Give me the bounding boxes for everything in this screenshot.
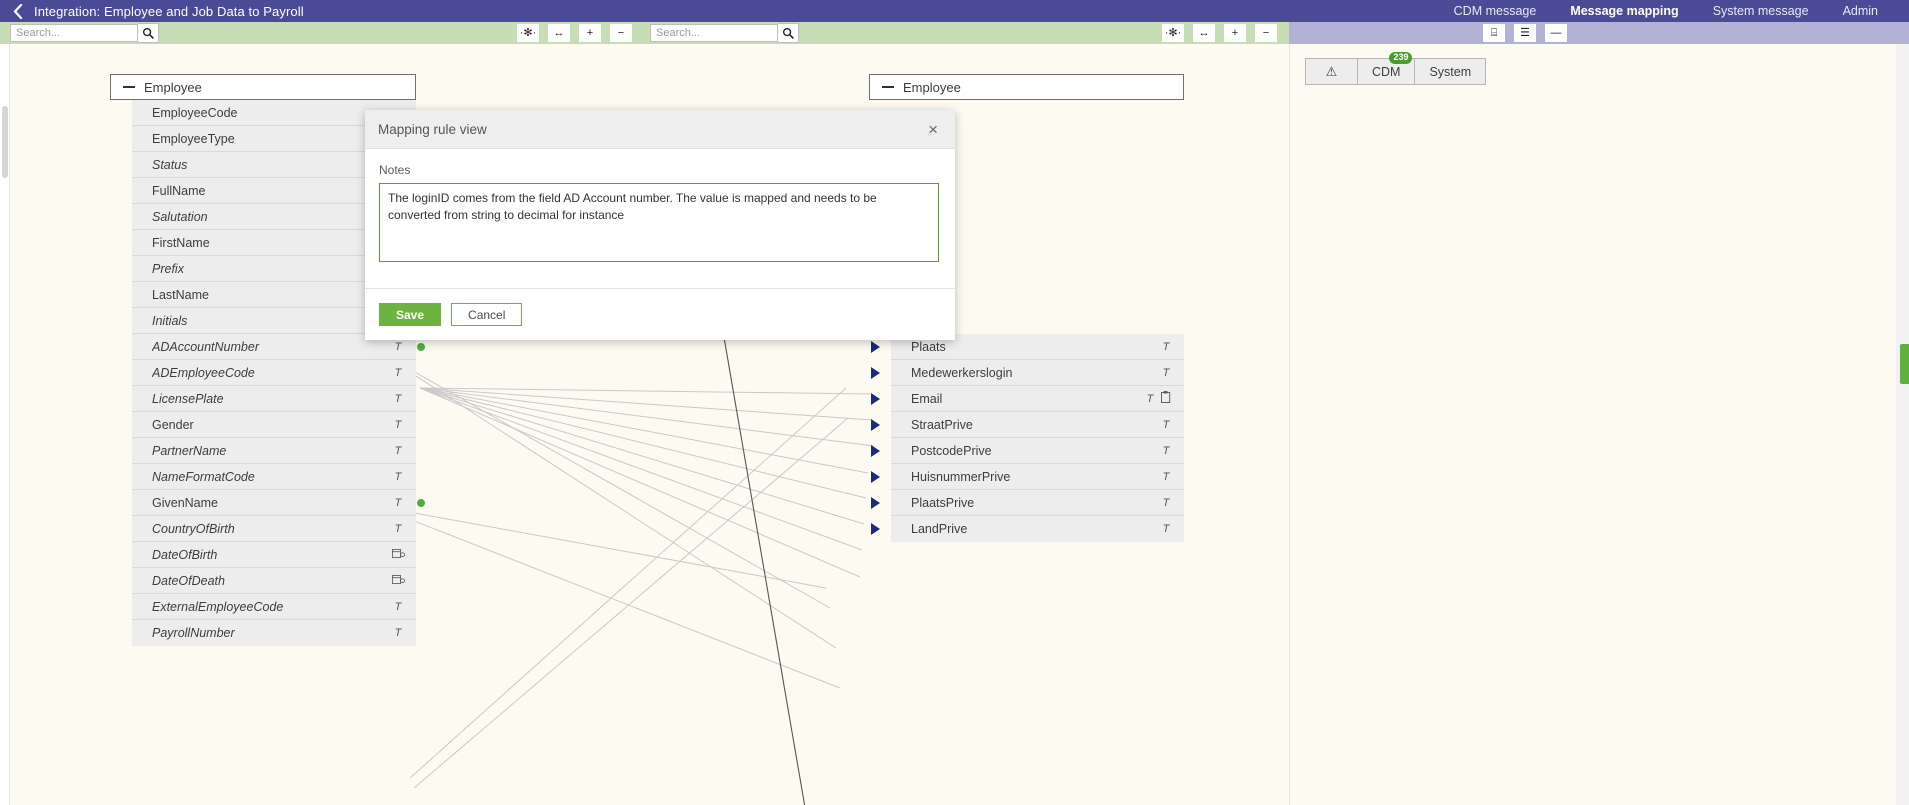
notes-label: Notes — [379, 163, 411, 177]
dialog-header: Mapping rule view × — [365, 110, 955, 149]
dialog-footer: Save Cancel — [365, 288, 955, 340]
modal-overlay: Mapping rule view × Notes Save Cancel — [0, 0, 1909, 805]
notes-textarea[interactable] — [379, 183, 939, 262]
save-button[interactable]: Save — [379, 303, 442, 326]
close-icon[interactable]: × — [924, 119, 942, 140]
dialog-title: Mapping rule view — [378, 121, 487, 137]
mapping-rule-view-dialog: Mapping rule view × Notes Save Cancel — [365, 110, 955, 340]
dialog-body: Notes — [365, 149, 955, 265]
cancel-button[interactable]: Cancel — [451, 303, 523, 326]
